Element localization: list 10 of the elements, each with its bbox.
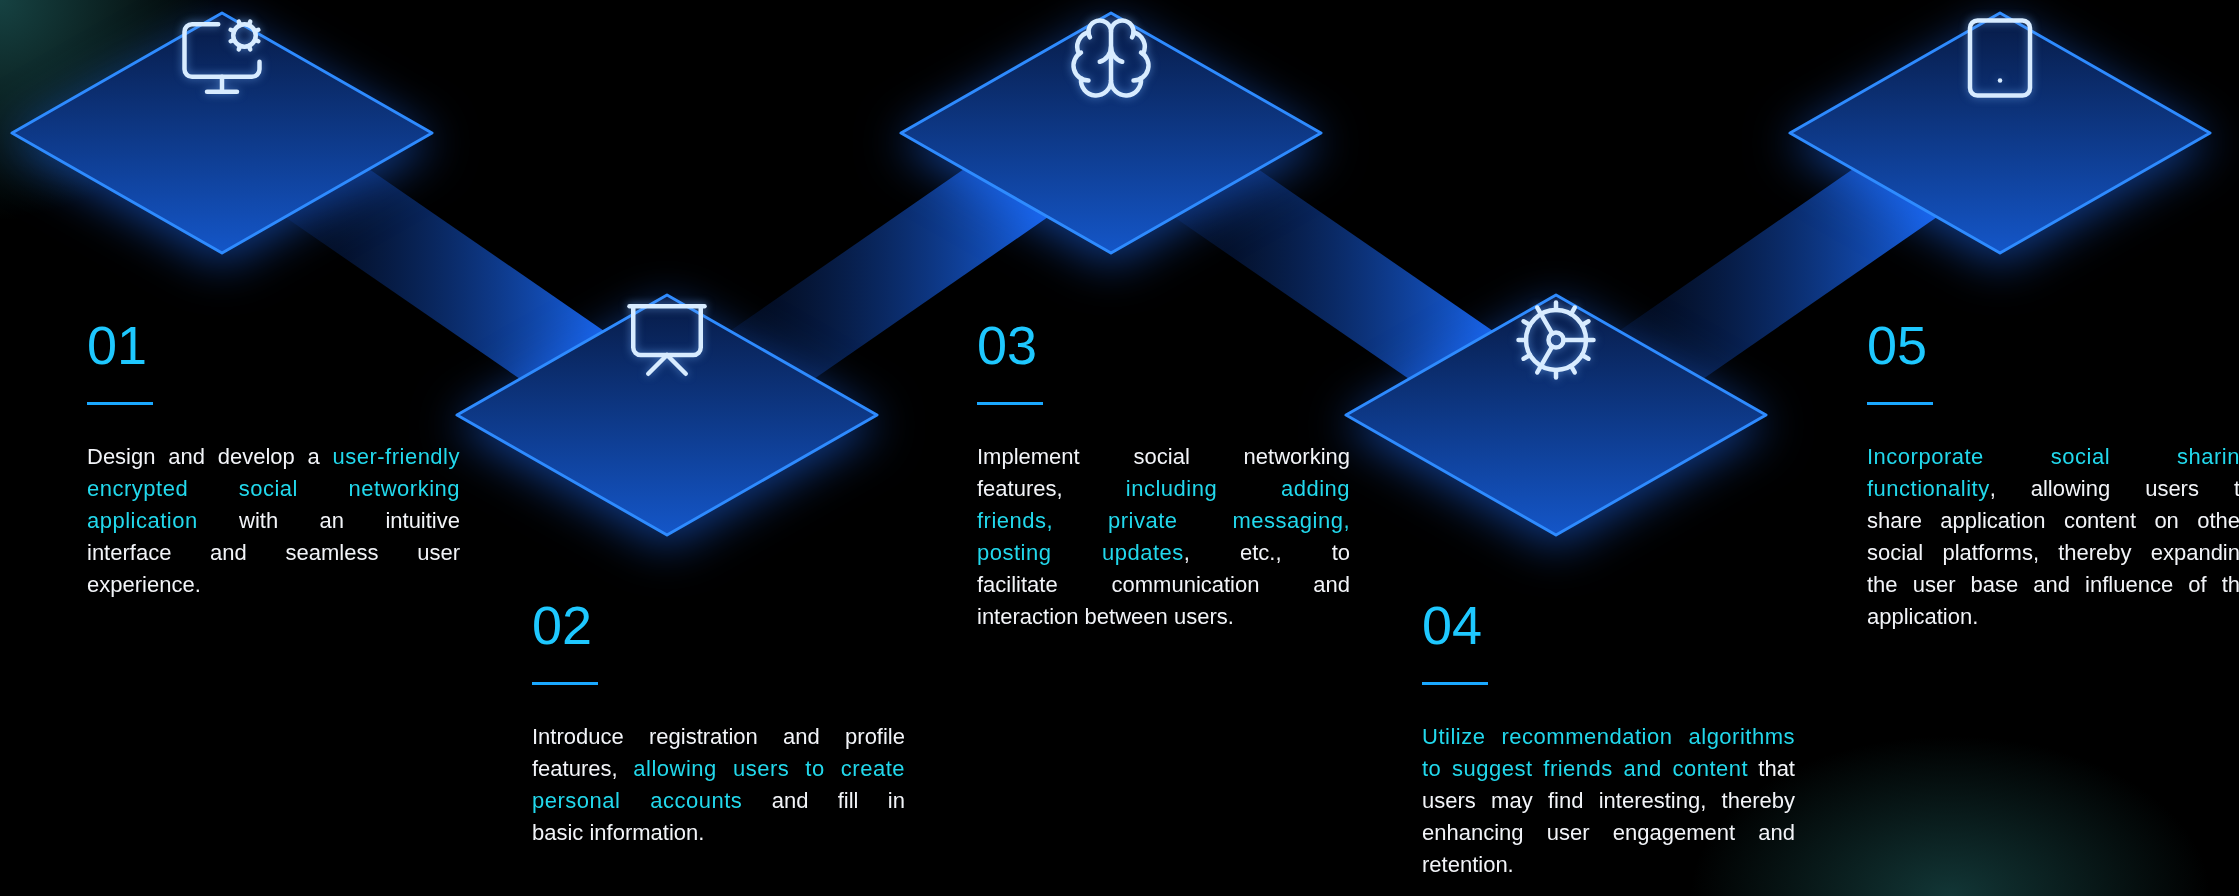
step-number: 04 (1422, 598, 1483, 652)
step-number: 05 (1867, 318, 1928, 372)
step-number: 02 (532, 598, 593, 652)
step-number: 03 (977, 318, 1038, 372)
step-description: Introduce registration and profile features, allowing users to create personal accounts and fill in basic information. (532, 723, 905, 847)
step-description: Utilize recommendation algorithms to suggest friends and content that users may find interesting, thereby enhancing user engagement and retention. (1422, 723, 1795, 879)
step-description: Incorporate social sharin functionality, allowing users t share application content on othe social platforms, thereby expandin the user base and influence of th application. (1867, 443, 2239, 631)
step-description: Design and develop a user-friendly encrypted social networking application with an intuitive interface and seamless user experience. (87, 443, 460, 599)
step-description: Implement social networking features, including adding friends, private messaging, posting updates, etc., to facilitate communication and interaction between users. (977, 443, 1350, 631)
step-number: 01 (87, 318, 148, 372)
